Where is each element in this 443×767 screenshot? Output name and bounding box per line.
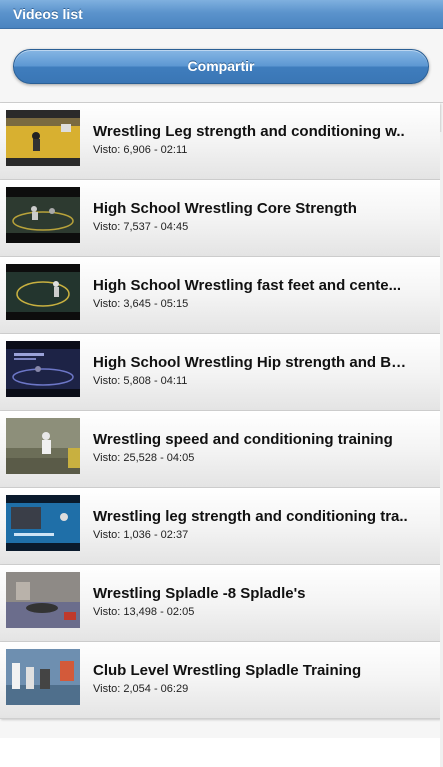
video-list-item[interactable]: High School Wrestling Core Strength Vist… bbox=[0, 180, 440, 257]
video-title: Club Level Wrestling Spladle Training bbox=[93, 662, 362, 679]
share-button[interactable]: Compartir bbox=[13, 49, 429, 84]
video-list-item[interactable]: Wrestling Spladle -8 Spladle's Visto: 13… bbox=[0, 565, 440, 642]
video-list: Wrestling Leg strength and conditioning … bbox=[0, 102, 443, 719]
video-title: Wrestling Spladle -8 Spladle's bbox=[93, 585, 306, 602]
video-views-duration: Visto: 3,645 - 05:15 bbox=[93, 298, 189, 310]
header-bar: Videos list bbox=[0, 0, 443, 29]
video-thumbnail[interactable] bbox=[6, 495, 80, 551]
video-list-item[interactable]: High School Wrestling Hip strength and B… bbox=[0, 334, 440, 411]
video-title: High School Wrestling Core Strength bbox=[93, 200, 357, 217]
main-content: Compartir Wrestling Leg strength and con… bbox=[0, 29, 443, 767]
video-title: Wrestling leg strength and conditioning … bbox=[93, 508, 408, 525]
video-thumbnail[interactable] bbox=[6, 341, 80, 397]
video-list-item[interactable]: High School Wrestling fast feet and cent… bbox=[0, 257, 440, 334]
video-thumbnail[interactable] bbox=[6, 110, 80, 166]
video-views-duration: Visto: 1,036 - 02:37 bbox=[93, 529, 189, 541]
video-title: Wrestling speed and conditioning trainin… bbox=[93, 431, 393, 448]
page-title: Videos list bbox=[13, 6, 83, 22]
video-views-duration: Visto: 25,528 - 04:05 bbox=[93, 452, 195, 464]
video-views-duration: Visto: 6,906 - 02:11 bbox=[93, 144, 188, 156]
video-views-duration: Visto: 2,054 - 06:29 bbox=[93, 683, 189, 695]
video-title: High School Wrestling Hip strength and B… bbox=[93, 354, 411, 371]
video-list-item[interactable]: Club Level Wrestling Spladle Training Vi… bbox=[0, 642, 440, 719]
video-views-duration: Visto: 5,808 - 04:11 bbox=[93, 375, 188, 387]
video-list-item[interactable]: Wrestling Leg strength and conditioning … bbox=[0, 103, 440, 180]
video-thumbnail[interactable] bbox=[6, 264, 80, 320]
video-views-duration: Visto: 7,537 - 04:45 bbox=[93, 221, 189, 233]
video-title: Wrestling Leg strength and conditioning … bbox=[93, 123, 405, 140]
video-title: High School Wrestling fast feet and cent… bbox=[93, 277, 402, 294]
video-thumbnail[interactable] bbox=[6, 187, 80, 243]
video-list-item[interactable]: Wrestling leg strength and conditioning … bbox=[0, 488, 440, 565]
video-views-duration: Visto: 13,498 - 02:05 bbox=[93, 606, 195, 618]
video-list-item[interactable]: Wrestling speed and conditioning trainin… bbox=[0, 411, 440, 488]
video-thumbnail[interactable] bbox=[6, 572, 80, 628]
video-thumbnail[interactable] bbox=[6, 649, 80, 705]
video-thumbnail[interactable] bbox=[6, 418, 80, 474]
